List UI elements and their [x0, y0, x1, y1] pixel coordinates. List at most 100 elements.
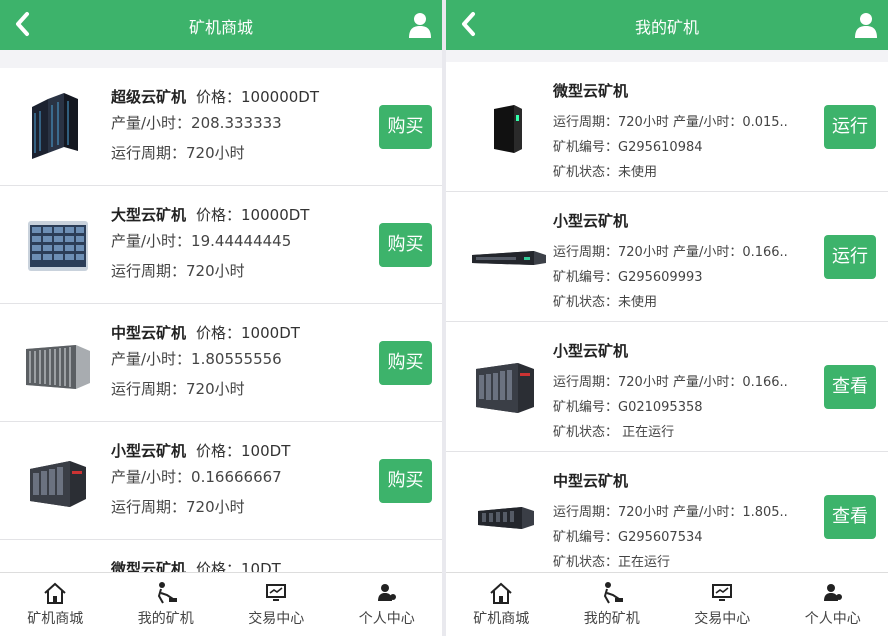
buy-button[interactable]: 购买 [379, 458, 432, 503]
buy-button[interactable]: 购买 [379, 340, 432, 385]
product-info: 中型云矿机 价格：1000DT 产量/小时：1.80555556 运行周期：720… [111, 322, 372, 404]
tab-trade-center[interactable]: 交易中心 [221, 573, 332, 636]
product-card: 微型云矿机 价格：10DT [0, 540, 442, 572]
product-card: 中型云矿机 价格：1000DT 产量/小时：1.80555556 运行周期：720… [0, 304, 442, 422]
miner-code: 矿机编号：G295607534 [553, 530, 703, 545]
user-icon[interactable] [408, 11, 432, 39]
miner-info: 中型云矿机 运行周期：720小时 产量/小时：1.805.. 矿机编号：G295… [553, 470, 822, 572]
person-icon [377, 584, 396, 601]
person-icon [823, 584, 842, 601]
product-output: 产量/小时：208.333333 [111, 114, 282, 132]
large-miner-image [28, 220, 88, 271]
miner-card: 中型云矿机 运行周期：720小时 产量/小时：1.805.. 矿机编号：G295… [446, 452, 888, 572]
product-period: 运行周期：720小时 [111, 144, 245, 162]
micro-miner-image [18, 559, 98, 573]
product-period: 运行周期：720小时 [111, 498, 245, 516]
tab-my-miners[interactable]: 我的矿机 [111, 573, 222, 636]
tab-label: 矿机商城 [473, 611, 530, 627]
product-info: 微型云矿机 价格：10DT [111, 558, 372, 572]
miner-status: 矿机状态： 正在运行 [553, 425, 675, 440]
tab-label: 交易中心 [694, 611, 751, 627]
product-name: 微型云矿机 [111, 560, 187, 572]
monitor-icon [266, 584, 287, 601]
view-button[interactable]: 查看 [824, 364, 876, 409]
product-price: 价格：1000DT [196, 324, 300, 342]
user-icon[interactable] [854, 11, 878, 39]
product-card: 超级云矿机 价格：100000DT 产量/小时：208.333333 运行周期：7… [0, 68, 442, 186]
miner-icon [603, 582, 623, 604]
miner-list: 微型云矿机 运行周期：720小时 产量/小时：0.015.. 矿机编号：G295… [446, 50, 888, 572]
page-title: 我的矿机 [634, 18, 699, 37]
product-price: 价格：100DT [196, 442, 291, 460]
tab-bar: 矿机商城 我的矿机 交易中心 个人中心 [446, 572, 888, 636]
product-info: 超级云矿机 价格：100000DT 产量/小时：208.333333 运行周期：7… [111, 86, 372, 168]
miner-info: 小型云矿机 运行周期：720小时 产量/小时：0.166.. 矿机编号：G021… [553, 340, 822, 445]
product-period: 运行周期：720小时 [111, 262, 245, 280]
miner-code: 矿机编号：G021095358 [553, 400, 703, 415]
product-price: 价格：100000DT [196, 88, 319, 106]
product-name: 小型云矿机 [111, 442, 187, 460]
miner-status: 矿机状态：未使用 [553, 295, 658, 310]
shop-screen: 矿机商城 超级云矿机 价格：100000DT 产量/小时：208.333333 运… [0, 0, 442, 636]
product-list: 超级云矿机 价格：100000DT 产量/小时：208.333333 运行周期：7… [0, 50, 442, 572]
tab-my-miners[interactable]: 我的矿机 [557, 573, 668, 636]
product-price: 价格：10DT [196, 560, 281, 572]
miner-name: 小型云矿机 [553, 342, 629, 360]
buy-button[interactable]: 购买 [379, 104, 432, 149]
tab-label: 矿机商城 [27, 611, 84, 627]
run-button[interactable]: 运行 [824, 234, 876, 279]
small-miner-image [30, 460, 86, 507]
small-miner-image [476, 362, 534, 413]
miner-card: 小型云矿机 运行周期：720小时 产量/小时：0.166.. 矿机编号：G295… [446, 192, 888, 322]
tab-label: 个人中心 [358, 611, 415, 627]
miner-name: 小型云矿机 [553, 212, 629, 230]
miner-specs: 运行周期：720小时 产量/小时：0.166.. [553, 375, 788, 390]
product-card: 小型云矿机 价格：100DT 产量/小时：0.16666667 运行周期：720小… [0, 422, 442, 540]
miner-code: 矿机编号：G295610984 [553, 140, 703, 155]
product-card: 大型云矿机 价格：10000DT 产量/小时：19.44444445 运行周期：7… [0, 186, 442, 304]
my-miners-screen: 我的矿机 微型云矿机 运行周期：720小时 产量/小时：0.015.. 矿机编号… [446, 0, 888, 636]
miner-name: 中型云矿机 [553, 472, 629, 490]
medium-miner-image [478, 506, 534, 529]
miner-info: 微型云矿机 运行周期：720小时 产量/小时：0.015.. 矿机编号：G295… [553, 80, 822, 185]
tab-label: 我的矿机 [583, 611, 640, 627]
miner-specs: 运行周期：720小时 产量/小时：1.805.. [553, 505, 788, 520]
product-output: 产量/小时：1.80555556 [111, 350, 282, 368]
miner-icon [157, 582, 177, 604]
tab-trade-center[interactable]: 交易中心 [667, 573, 778, 636]
miner-card: 小型云矿机 运行周期：720小时 产量/小时：0.166.. 矿机编号：G021… [446, 322, 888, 452]
miner-specs: 运行周期：720小时 产量/小时：0.166.. [553, 245, 788, 260]
miner-status: 矿机状态：未使用 [553, 165, 658, 180]
super-miner-image [32, 92, 78, 159]
page-title: 矿机商城 [188, 18, 253, 37]
run-button[interactable]: 运行 [824, 104, 876, 149]
miner-card: 微型云矿机 运行周期：720小时 产量/小时：0.015.. 矿机编号：G295… [446, 62, 888, 192]
micro-miner-image [494, 104, 522, 153]
view-button[interactable]: 查看 [824, 494, 876, 539]
product-output: 产量/小时：19.44444445 [111, 232, 292, 250]
product-name: 超级云矿机 [111, 88, 187, 106]
header: 我的矿机 [446, 0, 888, 50]
monitor-icon [712, 584, 733, 601]
home-icon [44, 582, 66, 604]
tab-label: 交易中心 [248, 611, 305, 627]
miner-status: 矿机状态：正在运行 [553, 555, 671, 570]
product-name: 大型云矿机 [111, 206, 187, 224]
small-miner-image [472, 250, 546, 265]
miner-code: 矿机编号：G295609993 [553, 270, 703, 285]
tab-personal[interactable]: 个人中心 [332, 573, 443, 636]
medium-miner-image [26, 344, 90, 389]
product-output: 产量/小时：0.16666667 [111, 468, 282, 486]
home-icon [490, 582, 512, 604]
buy-button[interactable]: 购买 [379, 222, 432, 267]
tab-shop[interactable]: 矿机商城 [446, 573, 557, 636]
product-info: 小型云矿机 价格：100DT 产量/小时：0.16666667 运行周期：720小… [111, 440, 372, 522]
tab-shop[interactable]: 矿机商城 [0, 573, 111, 636]
miner-name: 微型云矿机 [553, 82, 629, 100]
tab-label: 我的矿机 [137, 611, 194, 627]
header: 矿机商城 [0, 0, 442, 50]
tab-personal[interactable]: 个人中心 [778, 573, 888, 636]
product-price: 价格：10000DT [196, 206, 310, 224]
product-period: 运行周期：720小时 [111, 380, 245, 398]
tab-label: 个人中心 [804, 611, 861, 627]
